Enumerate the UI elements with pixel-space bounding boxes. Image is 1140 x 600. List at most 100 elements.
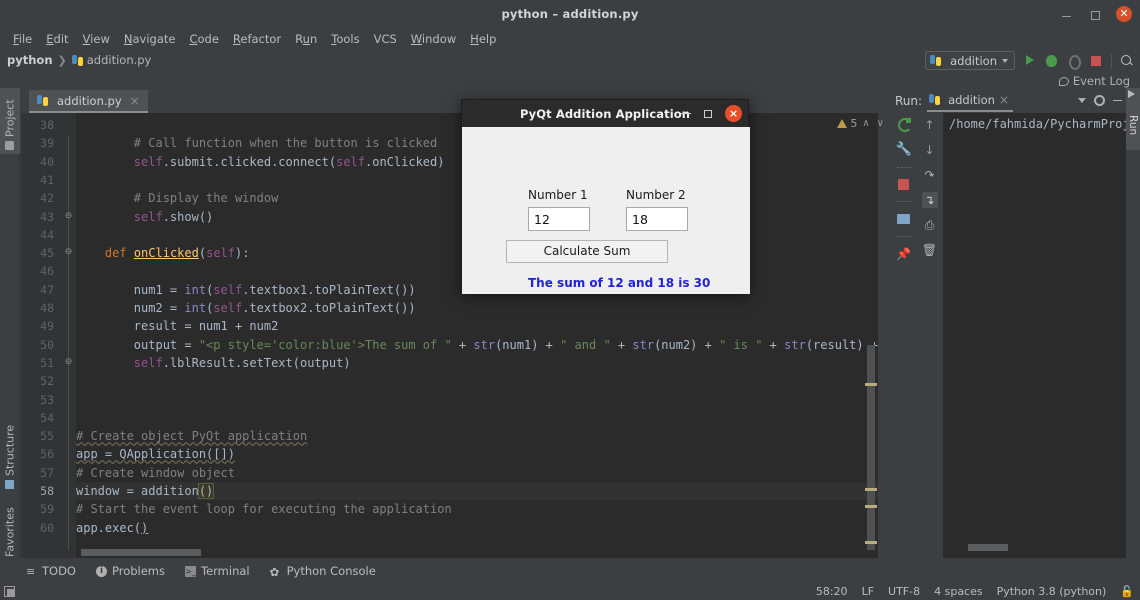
pyqt-addition-dialog[interactable]: PyQt Addition Application × Number 1 Num… bbox=[461, 99, 749, 293]
menu-item-help[interactable]: Help bbox=[463, 31, 503, 47]
bottom-tab-problems[interactable]: iProblems bbox=[96, 564, 165, 578]
window-close-icon[interactable]: ✕ bbox=[1116, 6, 1132, 22]
code-fold-icon[interactable]: ⊖ bbox=[63, 247, 74, 258]
breadcrumb-project[interactable]: python bbox=[7, 53, 53, 67]
print-icon[interactable]: ⎙ bbox=[922, 217, 938, 233]
code-line[interactable]: # Create window object bbox=[76, 464, 235, 482]
editor-horizontal-scrollbar[interactable] bbox=[81, 549, 201, 556]
python-interpreter[interactable]: Python 3.8 (python) bbox=[997, 585, 1107, 598]
tab-addition-py[interactable]: addition.py × bbox=[29, 90, 148, 113]
console-horizontal-scrollbar[interactable] bbox=[968, 544, 1008, 551]
rerun-icon[interactable] bbox=[896, 117, 912, 133]
bottom-tab-terminal[interactable]: >_Terminal bbox=[185, 564, 250, 578]
gear-icon[interactable] bbox=[1094, 95, 1105, 106]
trash-icon[interactable]: 🗑 bbox=[922, 242, 938, 258]
sidebar-item-label: Favorites bbox=[4, 507, 17, 557]
down-arrow-icon[interactable]: ↓ bbox=[922, 142, 938, 158]
editor-marker-bar[interactable] bbox=[878, 113, 890, 558]
run-configuration-selector[interactable]: addition bbox=[925, 51, 1015, 70]
code-line[interactable]: result = num1 + num2 bbox=[76, 317, 278, 335]
warning-marker[interactable] bbox=[865, 505, 877, 508]
search-icon[interactable] bbox=[1119, 53, 1134, 68]
number2-input[interactable] bbox=[626, 207, 688, 231]
minimize-icon[interactable] bbox=[1113, 100, 1122, 102]
next-problem-icon[interactable]: ∨ bbox=[875, 118, 886, 129]
code-line[interactable]: num2 = int(self.textbox2.toPlainText()) bbox=[76, 299, 416, 317]
dialog-close-icon[interactable]: × bbox=[725, 105, 742, 122]
menu-item-edit[interactable]: Edit bbox=[39, 31, 75, 47]
code-editor[interactable]: 3839404142434445464748495051525354555657… bbox=[21, 113, 890, 558]
menu-item-window[interactable]: Window bbox=[404, 31, 463, 47]
inspection-status[interactable]: 5 ∧ ∨ bbox=[837, 117, 886, 130]
calculate-sum-button[interactable]: Calculate Sum bbox=[506, 240, 668, 263]
code-line[interactable]: self.submit.clicked.connect(self.onClick… bbox=[76, 153, 444, 171]
code-fold-icon[interactable]: ⊖ bbox=[63, 211, 74, 222]
code-line[interactable]: self.show() bbox=[76, 208, 213, 226]
up-arrow-icon[interactable]: ↑ bbox=[922, 117, 938, 133]
code-line[interactable]: app.exec() bbox=[76, 519, 148, 537]
code-line[interactable]: num1 = int(self.textbox1.toPlainText()) bbox=[76, 281, 416, 299]
menu-item-refactor[interactable]: Refactor bbox=[226, 31, 288, 47]
file-encoding[interactable]: UTF-8 bbox=[888, 585, 920, 598]
warning-marker[interactable] bbox=[865, 383, 877, 386]
stop-icon[interactable] bbox=[898, 179, 909, 190]
code-line[interactable]: self.lblResult.setText(output) bbox=[76, 354, 351, 372]
code-line[interactable]: window = addition() bbox=[76, 482, 890, 500]
code-line[interactable]: # Create object PyQt application bbox=[76, 427, 307, 445]
code-line[interactable]: # Call function when the button is click… bbox=[76, 134, 437, 152]
run-icon[interactable] bbox=[1022, 53, 1037, 68]
layout-icon[interactable] bbox=[897, 214, 910, 224]
warning-marker[interactable] bbox=[865, 541, 877, 544]
bottom-tool-bar: ≡TODO iProblems >_Terminal ✿Python Console bbox=[0, 560, 1140, 582]
line-number: 38 bbox=[40, 116, 54, 134]
breadcrumb-file[interactable]: addition.py bbox=[87, 53, 152, 67]
code-line[interactable]: output = "<p style='color:blue'>The sum … bbox=[76, 336, 890, 354]
read-write-lock-icon[interactable]: 🔓 bbox=[1120, 585, 1134, 598]
scroll-to-end-icon[interactable]: ↴ bbox=[922, 192, 938, 208]
indent-setting[interactable]: 4 spaces bbox=[934, 585, 983, 598]
menu-item-view[interactable]: View bbox=[76, 31, 117, 47]
dialog-maximize-icon[interactable] bbox=[704, 110, 712, 118]
menu-item-navigate[interactable]: Navigate bbox=[117, 31, 183, 47]
code-line[interactable]: # Start the event loop for executing the… bbox=[76, 500, 452, 518]
coverage-icon[interactable] bbox=[1066, 53, 1081, 68]
stop-icon[interactable] bbox=[1091, 56, 1101, 66]
sidebar-item-project[interactable]: Project bbox=[0, 88, 20, 154]
tool-window-toggle-icon[interactable] bbox=[4, 586, 15, 597]
line-number: 43 bbox=[40, 208, 54, 226]
sidebar-item-run[interactable]: Run bbox=[1126, 88, 1140, 150]
code-line[interactable]: # Display the window bbox=[76, 189, 278, 207]
bottom-tab-python-console[interactable]: ✿Python Console bbox=[270, 564, 376, 578]
pin-icon[interactable]: 📌 bbox=[896, 246, 912, 262]
menu-item-code[interactable]: Code bbox=[182, 31, 225, 47]
bottom-tab-todo[interactable]: ≡TODO bbox=[26, 564, 76, 578]
close-icon[interactable]: × bbox=[130, 94, 140, 108]
editor-vertical-scrollbar[interactable] bbox=[867, 345, 875, 550]
debug-icon[interactable] bbox=[1046, 55, 1057, 67]
warning-marker[interactable] bbox=[865, 488, 877, 491]
chevron-down-icon[interactable] bbox=[1078, 98, 1086, 103]
run-console-output[interactable]: /home/fahmida/PycharmProjec bbox=[943, 113, 1126, 558]
code-fold-icon[interactable]: ⊖ bbox=[63, 357, 74, 368]
previous-problem-icon[interactable]: ∧ bbox=[860, 118, 871, 129]
line-separator[interactable]: LF bbox=[862, 585, 874, 598]
event-log-button[interactable]: Event Log bbox=[1059, 74, 1130, 88]
close-icon[interactable]: × bbox=[999, 93, 1009, 107]
menu-item-tools[interactable]: Tools bbox=[324, 31, 366, 47]
soft-wrap-icon[interactable]: ↷ bbox=[922, 167, 938, 183]
menu-item-vcs[interactable]: VCS bbox=[367, 31, 404, 47]
number1-input[interactable] bbox=[528, 207, 590, 231]
caret-position[interactable]: 58:20 bbox=[816, 585, 848, 598]
window-maximize-icon[interactable] bbox=[1088, 7, 1102, 21]
menu-item-file[interactable]: File bbox=[6, 31, 39, 47]
run-tab-label: addition bbox=[948, 93, 995, 107]
code-line[interactable]: def onClicked(self): bbox=[76, 244, 249, 262]
window-minimize-icon[interactable] bbox=[1060, 7, 1074, 21]
line-number: 46 bbox=[40, 262, 54, 280]
run-tab-addition[interactable]: addition × bbox=[927, 89, 1013, 112]
wrench-icon[interactable]: 🔧 bbox=[896, 142, 912, 158]
sidebar-item-structure[interactable]: Structure bbox=[0, 413, 20, 493]
menu-item-run[interactable]: Run bbox=[288, 31, 324, 47]
code-line[interactable]: app = QApplication([]) bbox=[76, 445, 235, 463]
dialog-minimize-icon[interactable] bbox=[681, 113, 691, 115]
